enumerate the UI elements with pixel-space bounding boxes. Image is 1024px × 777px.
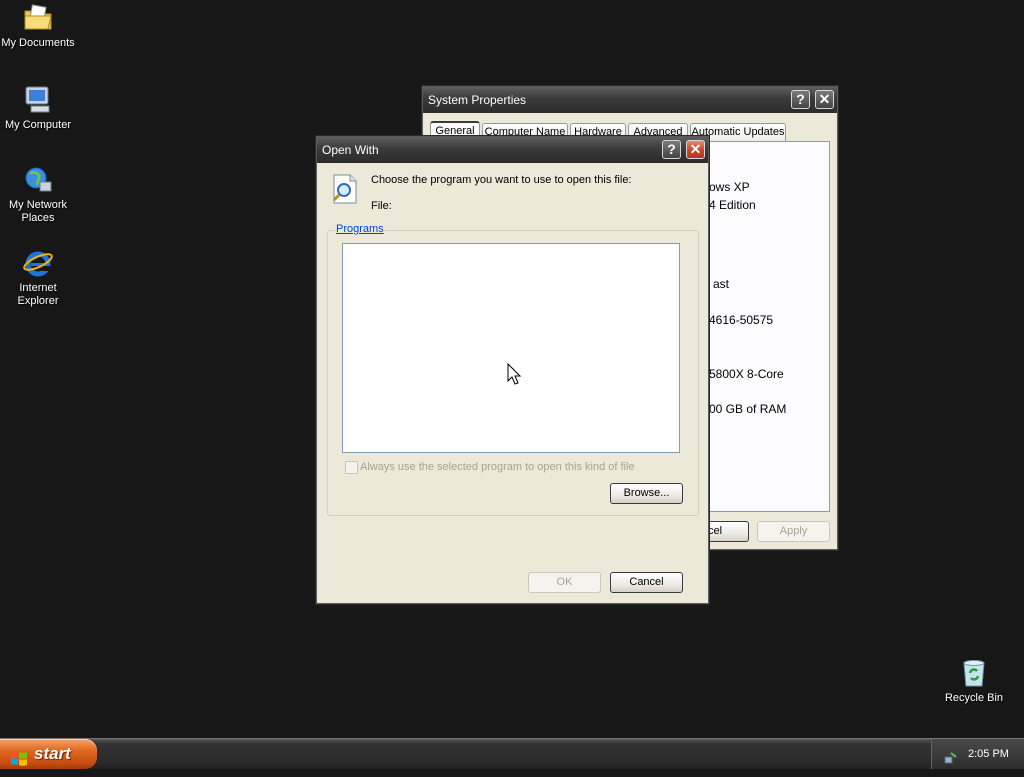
os-edition-text: 4 Edition xyxy=(709,198,756,212)
clock[interactable]: 2:05 PM xyxy=(968,739,1009,769)
close-button[interactable]: ✕ xyxy=(686,140,705,159)
start-button[interactable]: start xyxy=(0,739,97,769)
file-search-icon xyxy=(329,173,361,205)
cancel-button[interactable]: Cancel xyxy=(610,572,683,593)
product-id-text: 4616-50575 xyxy=(709,313,774,327)
ram-text: 00 GB of RAM xyxy=(709,402,787,416)
network-tray-icon[interactable] xyxy=(944,747,958,777)
close-icon: ✕ xyxy=(689,141,702,157)
button-label: Cancel xyxy=(629,576,664,588)
desktop-icon-label: Recycle Bin xyxy=(944,692,1004,704)
always-use-checkbox[interactable] xyxy=(345,461,358,474)
network-places-icon xyxy=(22,164,54,196)
help-button[interactable]: ? xyxy=(662,140,681,159)
always-use-label: Always use the selected program to open … xyxy=(360,461,635,473)
windows-logo-icon xyxy=(10,746,28,776)
close-icon: ✕ xyxy=(818,91,831,107)
desktop-icon-internet-explorer[interactable]: Internet Explorer xyxy=(0,247,76,308)
programs-list[interactable] xyxy=(342,243,680,453)
internet-explorer-icon xyxy=(22,247,54,279)
browse-button[interactable]: Browse... xyxy=(610,483,683,504)
programs-label: Programs xyxy=(335,223,385,235)
help-icon: ? xyxy=(796,91,805,107)
desktop-icon-my-documents[interactable]: My Documents xyxy=(0,2,76,50)
registered-to-text: ast xyxy=(713,277,730,291)
computer-icon xyxy=(22,84,54,116)
desktop-icon-recycle-bin[interactable]: Recycle Bin xyxy=(936,657,1012,705)
desktop-icon-my-computer[interactable]: My Computer xyxy=(0,84,76,132)
button-label: Apply xyxy=(779,525,808,537)
mouse-cursor-icon xyxy=(507,362,522,388)
help-icon: ? xyxy=(667,141,676,157)
desktop-icon-my-network-places[interactable]: My Network Places xyxy=(0,164,76,225)
system-properties-titlebar[interactable]: System Properties ? ✕ xyxy=(423,87,837,113)
open-with-titlebar[interactable]: Open With ? ✕ xyxy=(317,137,708,163)
prompt-text: Choose the program you want to use to op… xyxy=(371,174,632,186)
os-name-text: ows XP xyxy=(709,180,750,194)
file-label: File: xyxy=(371,200,392,212)
system-tray: 2:05 PM xyxy=(931,739,1024,769)
help-button[interactable]: ? xyxy=(791,90,810,109)
processor-text: 5800X 8-Core xyxy=(709,367,784,381)
close-button[interactable]: ✕ xyxy=(815,90,834,109)
desktop-icon-label: My Documents xyxy=(1,37,75,49)
recycle-bin-icon xyxy=(958,657,990,689)
desktop-icon-label: My Network Places xyxy=(8,199,68,224)
window-title: Open With xyxy=(322,143,379,157)
window-title: System Properties xyxy=(428,93,527,107)
start-label: start xyxy=(34,744,71,763)
ok-button[interactable]: OK xyxy=(528,572,601,593)
folder-documents-icon xyxy=(22,2,54,34)
button-label: OK xyxy=(556,576,573,588)
taskbar: start 2:05 PM xyxy=(0,738,1024,769)
desktop-icon-label: Internet Explorer xyxy=(17,282,59,307)
apply-button[interactable]: Apply xyxy=(757,521,830,542)
button-label: Browse... xyxy=(623,487,670,499)
desktop-icon-label: My Computer xyxy=(4,119,72,131)
